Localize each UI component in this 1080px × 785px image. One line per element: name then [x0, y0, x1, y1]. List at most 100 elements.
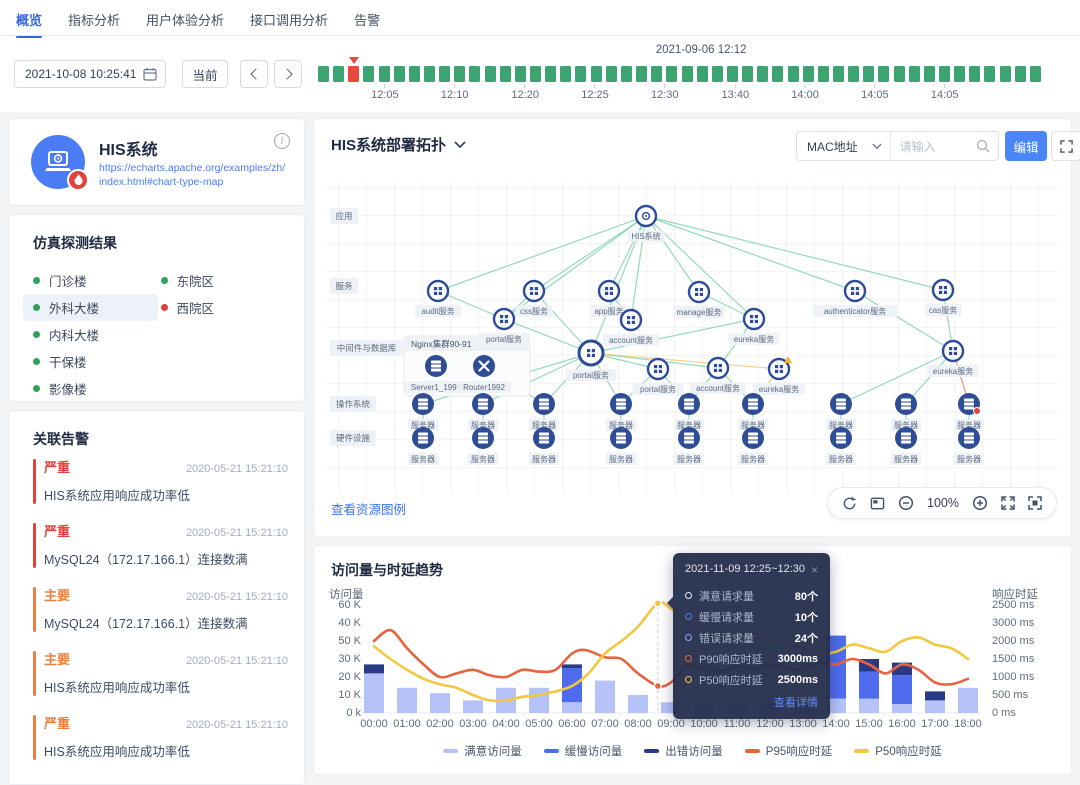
topo-node-authenticator服务[interactable] — [845, 281, 865, 301]
alarm-list-item[interactable]: 严重2020-05-21 15:21:10HIS系统应用响应成功率低 — [33, 457, 288, 504]
topo-node-Router1992[interactable] — [473, 355, 495, 377]
zoom-out-icon[interactable] — [898, 495, 914, 511]
timeline-block[interactable] — [545, 66, 556, 82]
tab-概览[interactable]: 概览 — [16, 0, 42, 38]
bar-segment[interactable] — [595, 681, 615, 713]
timeline-block[interactable] — [575, 66, 586, 82]
topo-node-服务器[interactable] — [610, 427, 632, 449]
timeline-block[interactable] — [469, 66, 480, 82]
timeline-block[interactable] — [621, 66, 632, 82]
topo-node-css服务[interactable] — [524, 281, 544, 301]
alarm-list-item[interactable]: 主要2020-05-21 15:21:10HIS系统应用响应成功率低 — [33, 649, 288, 696]
fullscreen-button[interactable] — [1051, 131, 1080, 161]
timeline-block[interactable] — [909, 66, 920, 82]
bar-segment[interactable] — [397, 688, 417, 713]
timeline-block[interactable] — [712, 66, 723, 82]
timeline-block[interactable] — [454, 66, 465, 82]
legend-item-出错访问量[interactable]: 出错访问量 — [644, 743, 723, 759]
timeline-block[interactable] — [984, 66, 995, 82]
timeline-block[interactable] — [969, 66, 980, 82]
bar-segment[interactable] — [529, 688, 549, 713]
topo-node-portal服务[interactable] — [494, 309, 514, 329]
timeline-block[interactable] — [727, 66, 738, 82]
timeline-block[interactable] — [939, 66, 950, 82]
bar-segment[interactable] — [925, 691, 945, 700]
timeline-block[interactable] — [500, 66, 511, 82]
topo-node-服务器[interactable] — [678, 393, 700, 415]
timeline-block[interactable] — [363, 66, 374, 82]
timeline-block[interactable] — [651, 66, 662, 82]
probe-item-东院区[interactable]: 东院区 — [151, 267, 286, 294]
topo-node-服务器[interactable] — [610, 393, 632, 415]
topo-node-服务器[interactable] — [895, 427, 917, 449]
topo-node-app服务[interactable] — [599, 281, 619, 301]
topo-node-服务器[interactable] — [958, 393, 981, 415]
probe-item-西院区[interactable]: 西院区 — [151, 294, 286, 321]
topo-node-服务器[interactable] — [958, 427, 980, 449]
topo-node-audit服务[interactable] — [428, 281, 448, 301]
bar-segment[interactable] — [562, 664, 582, 668]
timeline-block[interactable] — [394, 66, 405, 82]
zoom-in-icon[interactable] — [972, 495, 988, 511]
bar-segment[interactable] — [628, 695, 648, 713]
topo-node-HIS系统[interactable] — [636, 206, 656, 226]
probe-item-外科大楼[interactable]: 外科大楼 — [23, 294, 158, 321]
timeline-block[interactable] — [742, 66, 753, 82]
topo-node-服务器[interactable] — [412, 393, 434, 415]
tab-指标分析[interactable]: 指标分析 — [68, 0, 120, 38]
resource-legend-link[interactable]: 查看资源图例 — [331, 499, 406, 518]
close-icon[interactable]: × — [811, 563, 818, 577]
tab-用户体验分析[interactable]: 用户体验分析 — [146, 0, 224, 38]
topo-node-服务器[interactable] — [533, 393, 555, 415]
timeline-block[interactable] — [348, 66, 359, 82]
bar-segment[interactable] — [892, 675, 912, 704]
legend-item-缓慢访问量[interactable]: 缓慢访问量 — [544, 743, 623, 759]
system-url-link[interactable]: https://echarts.apache.org/examples/zh/ … — [99, 161, 285, 189]
view-details-link[interactable]: 查看详情 — [685, 694, 818, 710]
timeline-block[interactable] — [818, 66, 829, 82]
topo-node-服务器[interactable] — [742, 393, 764, 415]
info-icon[interactable]: i — [274, 133, 290, 149]
timeline-block[interactable] — [772, 66, 783, 82]
timeline-block[interactable] — [1000, 66, 1011, 82]
timeline-block[interactable] — [1030, 66, 1041, 82]
timeline-block[interactable] — [954, 66, 965, 82]
timeline-block[interactable] — [757, 66, 768, 82]
timeline-block[interactable] — [591, 66, 602, 82]
current-button[interactable]: 当前 — [182, 60, 228, 88]
topo-node-account服务[interactable] — [708, 358, 728, 378]
topo-node-eureka服务[interactable] — [744, 309, 764, 329]
search-type-select[interactable]: MAC地址 — [797, 132, 891, 160]
bar-segment[interactable] — [364, 673, 384, 713]
topo-node-eureka服务[interactable] — [769, 356, 792, 379]
fit-screen-icon[interactable] — [1001, 496, 1015, 510]
topo-node-服务器[interactable] — [533, 427, 555, 449]
prev-button[interactable] — [240, 60, 268, 88]
timeline-block[interactable] — [848, 66, 859, 82]
datetime-picker[interactable]: 2021-10-08 10:25:41 — [14, 60, 166, 88]
timeline-block[interactable] — [515, 66, 526, 82]
timeline-block[interactable] — [788, 66, 799, 82]
timeline-block[interactable] — [924, 66, 935, 82]
topo-node-服务器[interactable] — [742, 427, 764, 449]
timeline-block[interactable] — [1015, 66, 1026, 82]
timeline-block[interactable] — [803, 66, 814, 82]
topo-node-服务器[interactable] — [678, 427, 700, 449]
timeline-block[interactable] — [379, 66, 390, 82]
probe-item-影像楼[interactable]: 影像楼 — [23, 375, 158, 402]
minimap-icon[interactable] — [870, 496, 885, 511]
bar-segment[interactable] — [859, 672, 879, 699]
alarm-list-item[interactable]: 严重2020-05-21 15:21:10MySQL24（172.17.166.… — [33, 521, 288, 568]
timeline-block[interactable] — [530, 66, 541, 82]
bar-segment[interactable] — [859, 699, 879, 713]
timeline-block[interactable] — [485, 66, 496, 82]
timeline-block[interactable] — [424, 66, 435, 82]
bar-segment[interactable] — [892, 704, 912, 713]
bar-segment[interactable] — [364, 664, 384, 673]
probe-item-门诊楼[interactable]: 门诊楼 — [23, 267, 158, 294]
alarm-list-item[interactable]: 主要2020-05-21 15:21:10MySQL24（172.17.166.… — [33, 585, 288, 632]
center-focus-icon[interactable] — [1028, 496, 1042, 510]
probe-item-干保楼[interactable]: 干保楼 — [23, 348, 158, 375]
refresh-icon[interactable] — [842, 496, 857, 511]
search-input[interactable]: 请输入 — [891, 138, 976, 155]
